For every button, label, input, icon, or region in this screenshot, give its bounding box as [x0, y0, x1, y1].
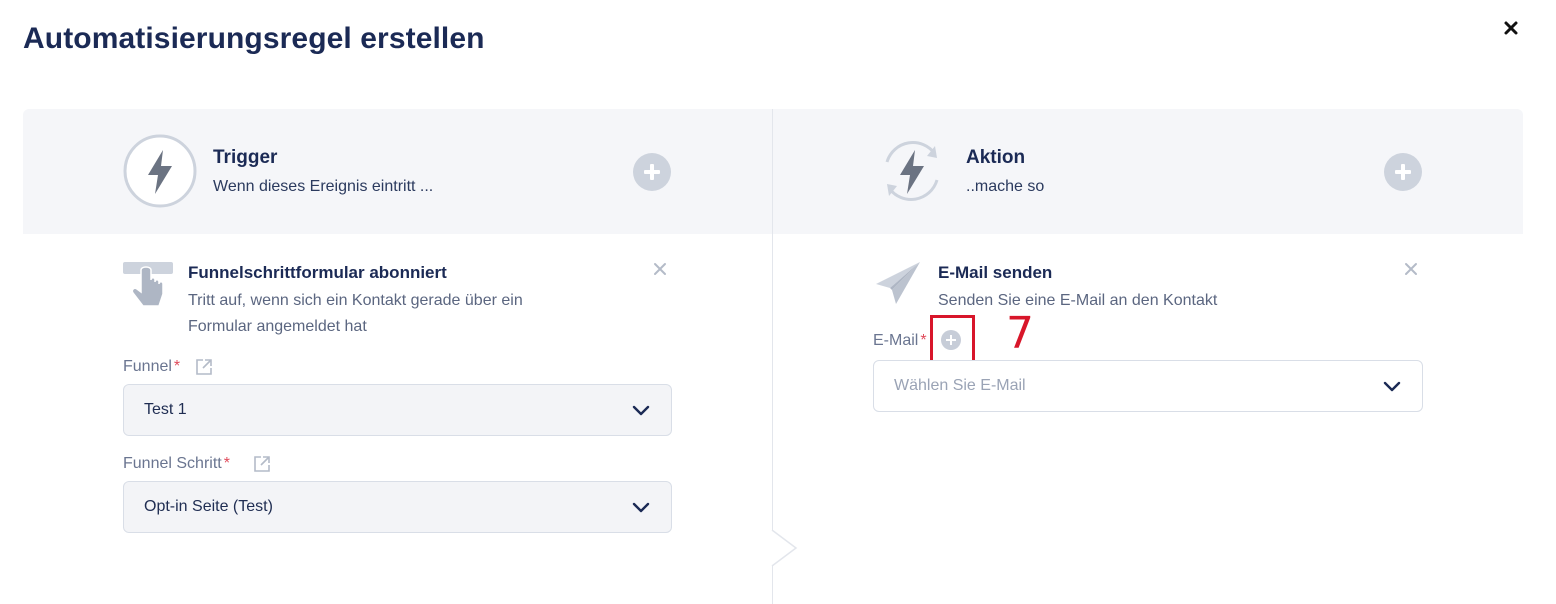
action-subtitle: ..mache so [966, 178, 1045, 195]
hand-pointer-icon [123, 262, 173, 307]
external-link-icon[interactable] [195, 358, 213, 376]
dialog-title: Automatisierungsregel erstellen [23, 22, 485, 55]
funnel-label: Funnel * [123, 358, 180, 376]
trigger-title: Trigger [213, 147, 278, 168]
close-icon[interactable] [1500, 17, 1522, 39]
annotation-highlight-box [930, 315, 975, 363]
required-mark: * [173, 358, 181, 375]
trigger-card-description-1: Tritt auf, wenn sich ein Kontakt gerade … [188, 292, 523, 309]
paper-plane-icon [876, 262, 920, 304]
funnel-step-label: Funnel Schritt * [123, 455, 230, 473]
email-label: E-Mail * [873, 332, 927, 350]
action-card-description: Senden Sie eine E-Mail an den Kontakt [938, 292, 1218, 309]
funnel-step-select[interactable]: Opt-in Seite (Test) [123, 481, 672, 533]
email-select-placeholder: Wählen Sie E-Mail [894, 377, 1026, 394]
action-card-title: E-Mail senden [938, 263, 1053, 282]
funnel-step-label-text: Funnel Schritt [123, 455, 222, 472]
external-link-icon[interactable] [253, 455, 271, 473]
funnel-select-value: Test 1 [144, 401, 187, 418]
chevron-down-icon [632, 502, 650, 513]
trigger-card-title: Funnelschrittformular abonniert [188, 263, 447, 282]
add-trigger-button[interactable] [633, 153, 671, 191]
remove-trigger-icon[interactable] [653, 262, 667, 276]
action-title: Aktion [966, 147, 1026, 168]
funnel-step-select-value: Opt-in Seite (Test) [144, 498, 273, 515]
trigger-subtitle: Wenn dieses Ereignis eintritt ... [213, 178, 434, 195]
chevron-down-icon [632, 405, 650, 416]
divider-arrow [771, 530, 798, 566]
required-mark: * [920, 332, 927, 349]
lightning-icon [123, 134, 197, 208]
email-select[interactable]: Wählen Sie E-Mail [873, 360, 1423, 412]
add-action-button[interactable] [1384, 153, 1422, 191]
annotation-marker: 7 [1006, 308, 1034, 359]
rule-header [23, 109, 1523, 234]
chevron-down-icon [1383, 381, 1401, 392]
email-label-text: E-Mail [873, 332, 919, 349]
required-mark: * [223, 455, 230, 472]
trigger-card-description-2: Formular angemeldet hat [188, 318, 367, 335]
funnel-select[interactable]: Test 1 [123, 384, 672, 436]
funnel-label-text: Funnel [123, 358, 172, 375]
lightning-cycle-icon [885, 141, 939, 201]
remove-action-icon[interactable] [1404, 262, 1418, 276]
